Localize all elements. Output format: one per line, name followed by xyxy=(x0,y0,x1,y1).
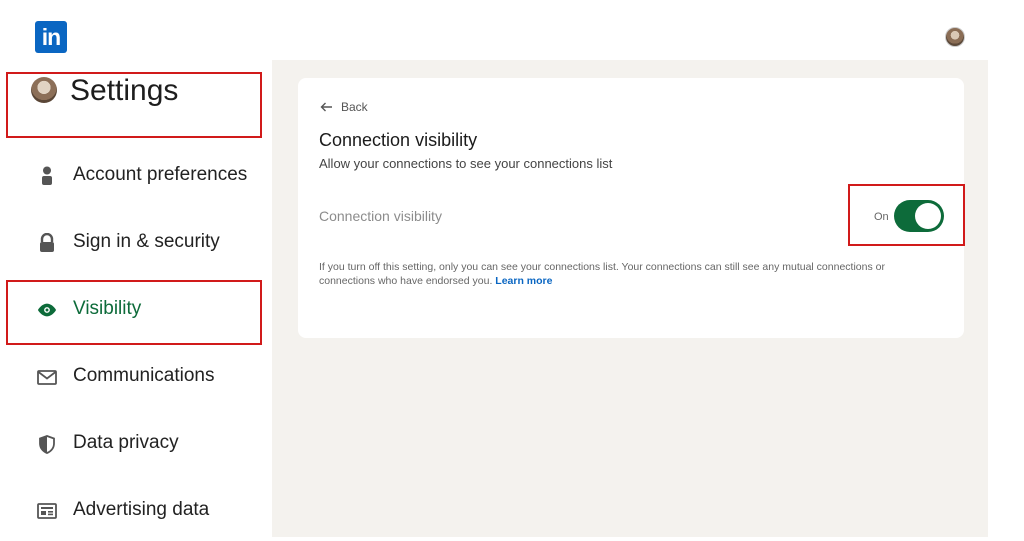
profile-avatar[interactable] xyxy=(945,27,965,47)
sidebar-item-label: Account preferences xyxy=(73,164,248,185)
toggle-knob xyxy=(915,203,941,229)
linkedin-logo[interactable]: in xyxy=(35,21,67,53)
settings-avatar xyxy=(31,77,57,103)
settings-card: Back Connection visibility Allow your co… xyxy=(298,78,965,338)
card-subtitle: Allow your connections to see your conne… xyxy=(319,156,613,171)
note-text: If you turn off this setting, only you c… xyxy=(319,261,885,287)
sidebar-item-sign-in-security[interactable]: Sign in & security xyxy=(0,217,272,273)
main-content: Back Connection visibility Allow your co… xyxy=(272,60,988,537)
sidebar-item-label: Advertising data xyxy=(73,499,210,520)
arrow-left-icon xyxy=(320,102,332,112)
page-title: Settings xyxy=(70,74,179,107)
mail-icon xyxy=(37,367,57,387)
sidebar-item-label: Visibility xyxy=(73,298,142,319)
lock-icon xyxy=(37,233,57,253)
learn-more-link[interactable]: Learn more xyxy=(495,275,552,287)
right-margin xyxy=(988,60,1024,537)
card-title: Connection visibility xyxy=(319,130,478,150)
sidebar-item-communications[interactable]: Communications xyxy=(0,351,272,407)
toggle-state-label: On xyxy=(874,211,889,223)
sidebar-item-label: Sign in & security xyxy=(73,231,220,252)
back-button[interactable]: Back xyxy=(320,100,368,114)
sidebar-item-advertising-data[interactable]: Advertising data xyxy=(0,485,272,541)
sidebar-item-label: Communications xyxy=(73,365,215,386)
sidebar-item-label: Data privacy xyxy=(73,432,179,453)
sidebar-item-data-privacy[interactable]: Data privacy xyxy=(0,418,272,474)
person-icon xyxy=(37,166,57,186)
top-bar: in xyxy=(0,0,1024,60)
sidebar-item-account-preferences[interactable]: Account preferences xyxy=(0,150,272,206)
settings-sidebar: Settings Account preferences Sign in & s… xyxy=(0,60,272,537)
sidebar-item-visibility[interactable]: Visibility xyxy=(0,284,272,340)
setting-note: If you turn off this setting, only you c… xyxy=(319,260,939,288)
eye-icon xyxy=(37,300,57,320)
ad-icon xyxy=(37,501,57,521)
back-label: Back xyxy=(341,100,368,114)
setting-label: Connection visibility xyxy=(319,208,442,224)
connection-visibility-toggle[interactable] xyxy=(894,200,944,232)
toggle-highlight-box: On xyxy=(848,184,965,246)
shield-icon xyxy=(37,434,57,454)
